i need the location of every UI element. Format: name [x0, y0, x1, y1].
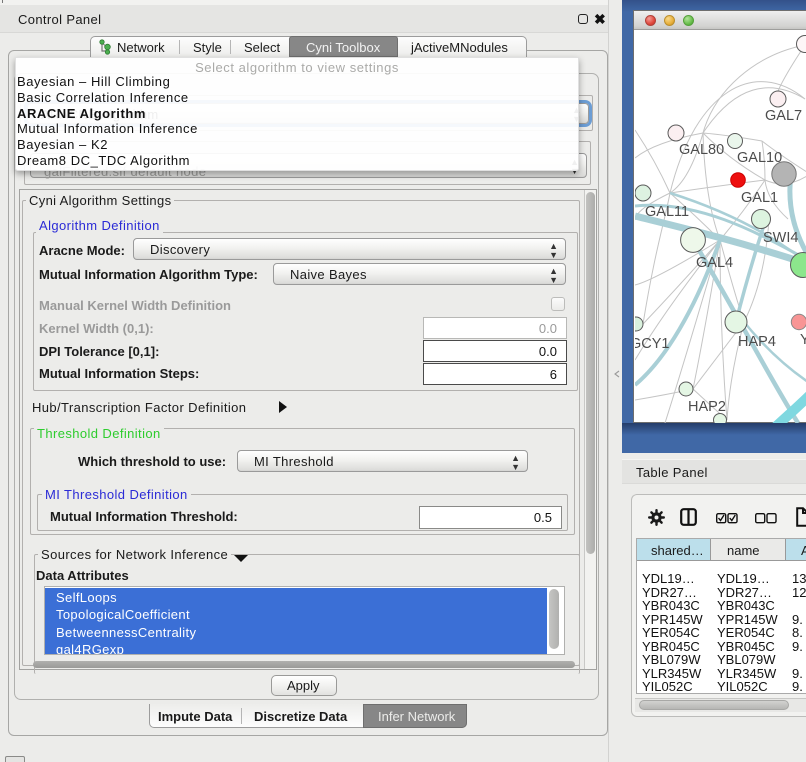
svg-text:GAL10: GAL10 — [737, 150, 782, 166]
svg-text:HAP4: HAP4 — [738, 334, 776, 350]
svg-text:GAL80: GAL80 — [679, 142, 724, 158]
svg-text:GAL1: GAL1 — [741, 190, 778, 206]
svg-text:SWI4: SWI4 — [763, 230, 798, 246]
svg-text:YD: YD — [800, 332, 806, 348]
svg-text:GCY1: GCY1 — [635, 336, 670, 352]
svg-text:HAP2: HAP2 — [688, 399, 726, 415]
svg-text:GAL4: GAL4 — [696, 255, 733, 271]
svg-text:GAL7: GAL7 — [765, 108, 802, 124]
svg-text:GAL11: GAL11 — [645, 204, 689, 220]
